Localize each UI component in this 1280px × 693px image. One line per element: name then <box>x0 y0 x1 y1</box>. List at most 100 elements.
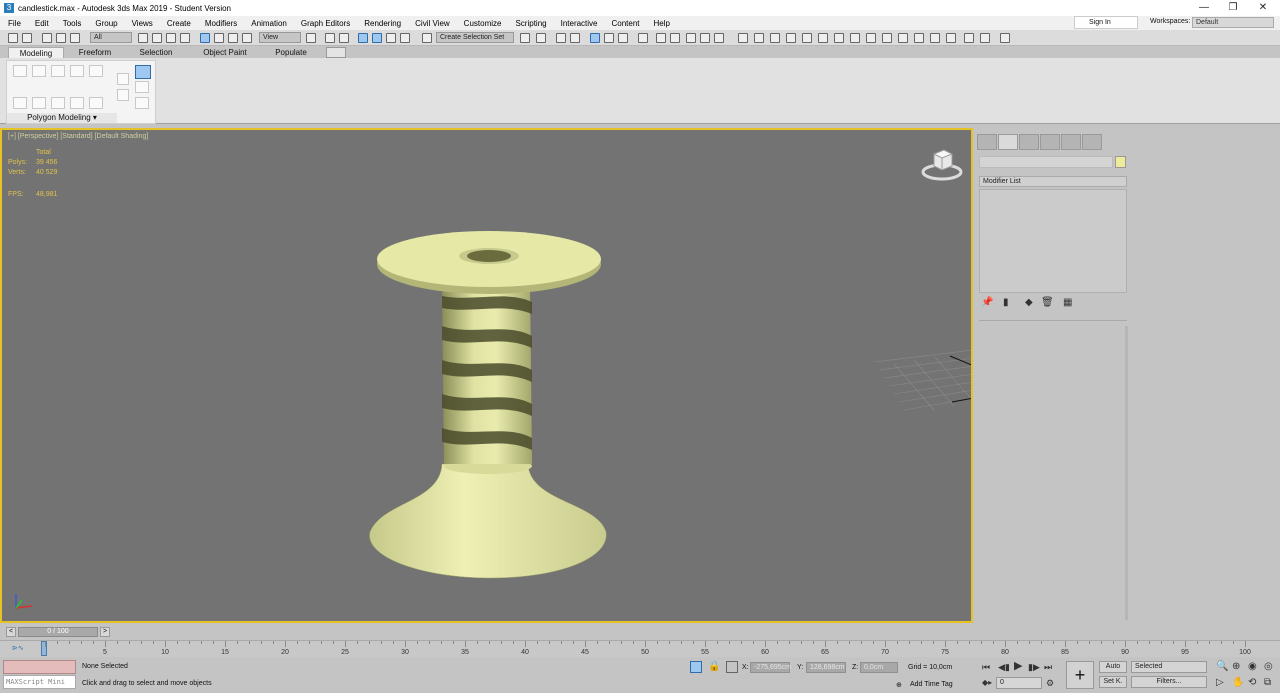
command-panel-scrollbar[interactable] <box>1125 326 1128 620</box>
menu-interactive[interactable]: Interactive <box>554 19 605 28</box>
use-displacement-icon[interactable] <box>51 97 65 109</box>
spinner-snap-icon[interactable] <box>400 33 410 43</box>
render-setup-icon[interactable] <box>656 33 666 43</box>
cloth-icon[interactable] <box>834 33 844 43</box>
key-filters-button[interactable]: Filters... <box>1131 676 1207 688</box>
element-icon[interactable] <box>89 65 103 77</box>
toggle-end-result-icon[interactable] <box>70 97 84 109</box>
go-to-end-icon[interactable]: ⏭ <box>1044 662 1052 672</box>
particle-icon[interactable] <box>818 33 828 43</box>
menu-tools[interactable]: Tools <box>56 19 89 28</box>
y-coordinate-field[interactable]: 128,698cm <box>806 662 846 673</box>
add-time-tag[interactable]: Add Time Tag <box>910 681 953 688</box>
remove-modifier-icon[interactable]: 🗑 <box>1041 298 1054 308</box>
object-name-field[interactable] <box>979 156 1113 168</box>
auto-key-button[interactable]: Auto <box>1099 661 1127 673</box>
collapse-stack-icon[interactable] <box>13 97 27 109</box>
zoom-icon[interactable]: 🔍 <box>1216 662 1228 672</box>
mini-curve-editor-icon[interactable]: ⊳∿ <box>12 644 24 652</box>
curve-editor-icon[interactable] <box>604 33 614 43</box>
render-in-cloud-icon[interactable] <box>700 33 710 43</box>
viewcube-icon[interactable] <box>917 144 967 182</box>
sign-in-dropdown[interactable]: Sign In <box>1074 16 1138 29</box>
link-icon[interactable] <box>42 33 52 43</box>
torus-primitive-icon[interactable] <box>946 33 956 43</box>
tab-populate[interactable]: Populate <box>268 47 314 58</box>
time-slider-prev[interactable]: < <box>6 627 16 637</box>
close-button[interactable]: ✕ <box>1249 0 1277 16</box>
edit-named-selection-icon[interactable] <box>422 33 432 43</box>
set-key-plus-icon[interactable]: + <box>1066 661 1094 689</box>
menu-file[interactable]: File <box>0 19 28 28</box>
a360-gallery-icon[interactable] <box>714 33 724 43</box>
menu-customize[interactable]: Customize <box>457 19 509 28</box>
ribbon-toggle-icon[interactable] <box>590 33 600 43</box>
pan-view-hand-icon[interactable]: ✋ <box>1232 678 1244 688</box>
hair-icon[interactable] <box>850 33 860 43</box>
window-crossing-icon[interactable] <box>180 33 190 43</box>
reference-coordinate-dropdown[interactable]: View <box>259 32 301 43</box>
time-configuration-icon[interactable]: ⚙ <box>1046 678 1054 688</box>
display-tab-icon[interactable] <box>1061 134 1081 150</box>
show-end-result-icon[interactable] <box>135 97 149 109</box>
menu-group[interactable]: Group <box>88 19 124 28</box>
rendered-frame-window-icon[interactable] <box>670 33 680 43</box>
schematic-view-icon[interactable] <box>618 33 628 43</box>
space-warp-icon[interactable] <box>786 33 796 43</box>
pin-stack-icon[interactable]: 📌 <box>981 298 993 308</box>
pin-stack-icon[interactable] <box>135 81 149 93</box>
menu-civil-view[interactable]: Civil View <box>408 19 457 28</box>
zoom-all-icon[interactable]: ⊕ <box>1232 662 1240 672</box>
zoom-extents-all-icon[interactable]: ◎ <box>1264 662 1273 672</box>
sphere-primitive-icon[interactable] <box>866 33 876 43</box>
helper-icon[interactable] <box>770 33 780 43</box>
rectangular-selection-icon[interactable] <box>166 33 176 43</box>
selection-set-dropdown[interactable]: Create Selection Set <box>436 32 514 43</box>
select-and-rotate-icon[interactable] <box>214 33 224 43</box>
systems-icon[interactable] <box>802 33 812 43</box>
viewport-label[interactable]: [+] [Perspective] [Standard] [Default Sh… <box>8 133 148 140</box>
teapot-primitive-icon[interactable] <box>930 33 940 43</box>
modify-down-icon[interactable] <box>117 89 129 101</box>
menu-content[interactable]: Content <box>605 19 647 28</box>
snap-settings-icon[interactable] <box>980 33 990 43</box>
modify-up-icon[interactable] <box>117 73 129 85</box>
field-of-view-icon[interactable]: ▷ <box>1216 678 1224 688</box>
create-camera-icon[interactable] <box>754 33 764 43</box>
utilities-tab-wrench-icon[interactable] <box>1082 134 1102 150</box>
menu-rendering[interactable]: Rendering <box>357 19 408 28</box>
material-editor-icon[interactable] <box>638 33 648 43</box>
polygon-icon[interactable] <box>70 65 84 77</box>
menu-help[interactable]: Help <box>647 19 677 28</box>
cylinder-primitive-icon[interactable] <box>882 33 892 43</box>
vertex-icon[interactable] <box>13 65 27 77</box>
unlink-icon[interactable] <box>56 33 66 43</box>
menu-edit[interactable]: Edit <box>28 19 56 28</box>
extra-primitive-icon[interactable] <box>964 33 974 43</box>
select-manipulate-icon[interactable] <box>325 33 335 43</box>
previous-frame-icon[interactable]: ◀▮ <box>998 662 1010 672</box>
absolute-mode-icon[interactable] <box>726 661 738 673</box>
mirror-icon[interactable] <box>520 33 530 43</box>
edge-icon[interactable] <box>32 65 46 77</box>
modify-mode-icon[interactable] <box>135 65 151 79</box>
time-slider[interactable]: 0 / 100 <box>18 627 98 637</box>
object-color-swatch[interactable] <box>1115 156 1126 168</box>
keyboard-shortcut-override-icon[interactable] <box>339 33 349 43</box>
candlestick-object[interactable] <box>362 202 612 582</box>
redo-icon[interactable] <box>22 33 32 43</box>
motion-tab-icon[interactable] <box>1040 134 1060 150</box>
undo-icon[interactable] <box>8 33 18 43</box>
border-icon[interactable] <box>51 65 65 77</box>
key-mode-toggle-icon[interactable]: ◆▸ <box>982 678 992 688</box>
play-icon[interactable]: ▶ <box>1014 661 1022 672</box>
render-production-icon[interactable] <box>686 33 696 43</box>
minimize-button[interactable]: — <box>1190 0 1218 16</box>
time-slider-next[interactable]: > <box>100 627 110 637</box>
z-coordinate-field[interactable]: 0,0cm <box>860 662 898 673</box>
preview-off-icon[interactable] <box>89 97 103 109</box>
isolate-selection-icon[interactable] <box>690 661 702 673</box>
zoom-extents-icon[interactable]: ◉ <box>1248 662 1257 672</box>
show-end-result-icon[interactable]: ▮ <box>1003 298 1009 308</box>
angle-snap-icon[interactable] <box>372 33 382 43</box>
